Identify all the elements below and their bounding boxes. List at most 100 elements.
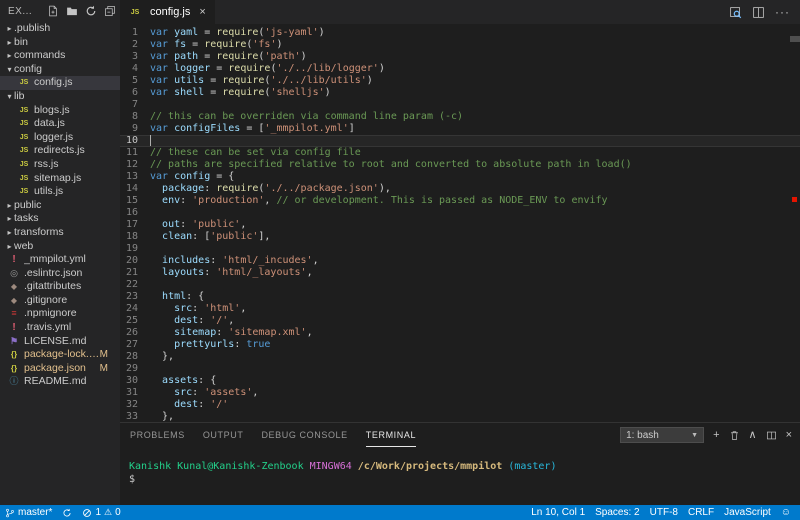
panel-tab-problems[interactable]: PROBLEMS: [130, 423, 185, 447]
tree-item--publish[interactable]: ▸ .publish: [0, 22, 120, 36]
tree-item--mmpilot-yml[interactable]: ! _mmpilot.yml: [0, 253, 120, 267]
panel-tab-output[interactable]: OUTPUT: [203, 423, 244, 447]
code-token: ,: [228, 315, 235, 326]
item-label: web: [14, 239, 34, 252]
code-token: :: [192, 387, 205, 398]
split-terminal-icon[interactable]: [766, 430, 777, 441]
line-number: 3: [131, 51, 138, 62]
tree-item-commands[interactable]: ▸ commands: [0, 49, 120, 63]
tree-item-package-lock-json[interactable]: {} package-lock.json M: [0, 348, 120, 362]
code-token: ): [366, 75, 373, 86]
refresh-icon[interactable]: [85, 5, 97, 17]
code-token: ),: [378, 183, 391, 194]
code-line: 16: [120, 207, 800, 219]
code-token: // this can be overriden via command lin…: [150, 111, 464, 122]
js-file-icon: JS: [130, 8, 140, 16]
panel-tab-debug-console[interactable]: DEBUG CONSOLE: [261, 423, 347, 447]
tree-item-utils-js[interactable]: JS utils.js: [0, 185, 120, 199]
more-actions-icon[interactable]: ···: [775, 5, 790, 19]
feedback-smiley-icon[interactable]: ☺: [776, 505, 796, 520]
item-label: commands: [14, 49, 66, 62]
yml-file-icon: !: [12, 322, 16, 334]
git-modified-badge: M: [99, 362, 108, 374]
tree-item--eslintrc-json[interactable]: ◎ .eslintrc.json: [0, 267, 120, 281]
tree-item-data-js[interactable]: JS data.js: [0, 117, 120, 131]
eol-item[interactable]: CRLF: [683, 505, 719, 520]
tree-item-config-js[interactable]: JS config.js: [0, 76, 120, 90]
tree-item--gitattributes[interactable]: ◆ .gitattributes: [0, 280, 120, 294]
indentation-item[interactable]: Spaces: 2: [590, 505, 644, 520]
tree-item-public[interactable]: ▸ public: [0, 199, 120, 213]
tree-item-license-md[interactable]: ⚑ LICENSE.md: [0, 335, 120, 349]
tree-item-readme-md[interactable]: ⓘ README.md: [0, 375, 120, 389]
terminal-line: Kanishk Kunal@Kanishk-Zenbook MINGW64 /c…: [129, 460, 800, 473]
tree-item--travis-yml[interactable]: ! .travis.yml: [0, 321, 120, 335]
tree-item-config[interactable]: ▾ config: [0, 63, 120, 77]
line-number: 7: [131, 99, 138, 110]
code-token: config: [174, 171, 211, 182]
tree-item-bin[interactable]: ▸ bin: [0, 36, 120, 50]
terminal-shell-select[interactable]: 1: bash ▼: [620, 427, 705, 443]
tree-item-tasks[interactable]: ▸ tasks: [0, 212, 120, 226]
tree-item-redirects-js[interactable]: JS redirects.js: [0, 144, 120, 158]
tree-item-blogs-js[interactable]: JS blogs.js: [0, 104, 120, 118]
language-mode-item[interactable]: JavaScript: [719, 505, 776, 520]
line-number: 1: [131, 27, 138, 38]
code-line: 18 clean: ['public'],: [120, 231, 800, 243]
item-label: redirects.js: [34, 144, 85, 157]
sync-item[interactable]: [57, 505, 77, 520]
chevron-right-icon: ▸: [7, 200, 12, 210]
encoding-item[interactable]: UTF-8: [645, 505, 683, 520]
code-token: :: [210, 255, 223, 266]
code-line: 28 },: [120, 351, 800, 363]
tree-item-sitemap-js[interactable]: JS sitemap.js: [0, 172, 120, 186]
cursor-position-item[interactable]: Ln 10, Col 1: [526, 505, 590, 520]
code-token: :: [180, 219, 193, 230]
git-file-icon: ◆: [10, 295, 18, 305]
code-token: '_mmpilot.yml': [264, 123, 349, 134]
maximize-panel-icon[interactable]: ∧: [749, 429, 757, 441]
tree-item-web[interactable]: ▸ web: [0, 240, 120, 254]
tree-item-rss-js[interactable]: JS rss.js: [0, 158, 120, 172]
chevron-down-icon: ▼: [691, 431, 699, 439]
chevron-right-icon: ▸: [7, 241, 12, 251]
new-file-icon[interactable]: [47, 5, 59, 17]
code-token: ): [300, 51, 307, 62]
tree-item-package-json[interactable]: {} package.json M: [0, 362, 120, 376]
js-file-icon: JS: [19, 188, 29, 196]
split-editor-icon[interactable]: [752, 6, 765, 19]
error-count: 1: [95, 507, 102, 518]
code-token: =: [198, 27, 217, 38]
collapse-all-icon[interactable]: [104, 5, 116, 17]
tree-item-logger-js[interactable]: JS logger.js: [0, 131, 120, 145]
terminal-output[interactable]: Kanishk Kunal@Kanishk-Zenbook MINGW64 /c…: [120, 447, 800, 486]
tab-config-js[interactable]: JS config.js ×: [120, 0, 215, 24]
tree-item--npmignore[interactable]: ≡ .npmignore: [0, 307, 120, 321]
license-file-icon: ⚑: [9, 335, 19, 346]
problems-item[interactable]: 1 ⚠ 0: [77, 505, 125, 520]
open-preview-icon[interactable]: [729, 6, 742, 19]
tree-item-lib[interactable]: ▾ lib: [0, 90, 120, 104]
js-file-icon: JS: [19, 133, 29, 141]
tree-item--gitignore[interactable]: ◆ .gitignore: [0, 294, 120, 308]
new-terminal-icon[interactable]: +: [713, 429, 719, 441]
new-folder-icon[interactable]: [66, 5, 78, 17]
kill-terminal-icon[interactable]: [729, 430, 740, 441]
tab-label: config.js: [150, 6, 191, 18]
line-number: 24: [125, 303, 138, 314]
panel-tab-terminal[interactable]: TERMINAL: [365, 423, 417, 447]
chevron-down-icon: ▾: [7, 64, 12, 74]
code-editor[interactable]: 1 var yaml = require('js-yaml') 2 var fs = …: [120, 24, 800, 422]
tab-close-icon[interactable]: ×: [199, 6, 205, 18]
close-panel-icon[interactable]: ×: [786, 429, 792, 441]
code-line: 13 var config = {: [120, 171, 800, 183]
git-branch-item[interactable]: master*: [0, 505, 57, 520]
code-token: var: [150, 39, 169, 50]
code-token: ,: [306, 267, 313, 278]
warning-icon: ⚠: [104, 507, 113, 517]
code-token: logger: [174, 63, 211, 74]
line-number: 8: [131, 111, 138, 122]
tree-item-transforms[interactable]: ▸ transforms: [0, 226, 120, 240]
